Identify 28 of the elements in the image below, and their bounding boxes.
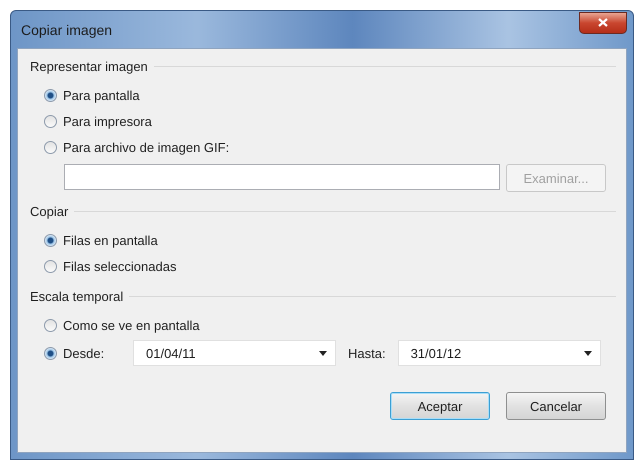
- option-label[interactable]: Filas en pantalla: [63, 232, 158, 248]
- cancel-button[interactable]: Cancelar: [506, 392, 606, 420]
- option-label[interactable]: Desde:: [63, 346, 127, 360]
- radio-button[interactable]: [44, 260, 57, 272]
- to-date-label: Hasta:: [348, 346, 386, 360]
- from-date-dropdown[interactable]: 01/04/11: [133, 340, 336, 366]
- radio-button[interactable]: [44, 346, 57, 360]
- group-title: Escala temporal: [30, 289, 124, 304]
- group-title: Copiar: [30, 204, 68, 219]
- dropdown-arrow-icon: [319, 350, 327, 356]
- close-button[interactable]: [579, 12, 627, 34]
- to-date-dropdown[interactable]: 31/01/12: [398, 340, 601, 366]
- radio-button[interactable]: [44, 114, 57, 128]
- option-label[interactable]: Para impresora: [63, 114, 152, 128]
- radio-button[interactable]: [44, 318, 57, 332]
- option-label[interactable]: Como se ve en pantalla: [63, 318, 200, 332]
- dropdown-arrow-icon: [584, 350, 592, 356]
- radio-button[interactable]: [44, 234, 57, 246]
- option-label[interactable]: Para archivo de imagen GIF:: [63, 140, 230, 154]
- window-title: Copiar imagen: [20, 22, 112, 38]
- option-label[interactable]: Filas seleccionadas: [63, 258, 176, 274]
- close-icon: [598, 18, 608, 27]
- file-path-field[interactable]: [64, 164, 500, 190]
- radio-button[interactable]: [44, 88, 57, 102]
- ok-button[interactable]: Aceptar: [390, 392, 490, 420]
- group-title: Representar imagen: [30, 59, 148, 74]
- radio-button[interactable]: [44, 140, 57, 154]
- option-label[interactable]: Para pantalla: [63, 88, 140, 102]
